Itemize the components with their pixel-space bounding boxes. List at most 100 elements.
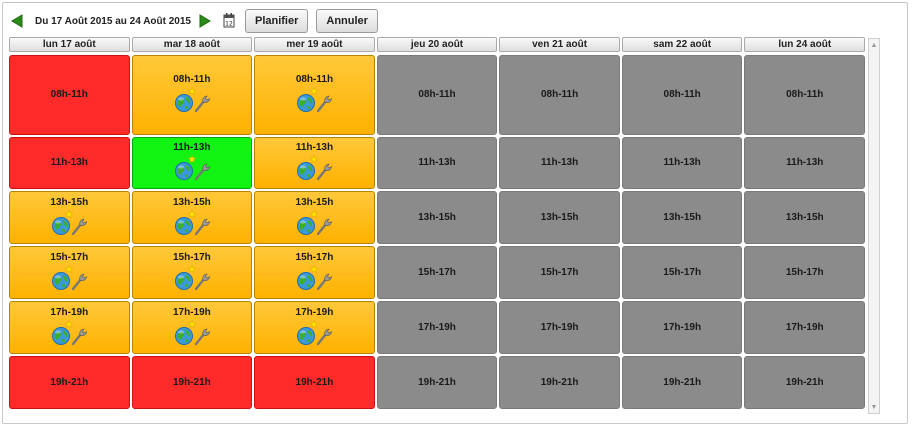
slot-cell-lun24-15h-17h[interactable]: 15h-17h	[744, 246, 866, 299]
slot-row-11h-13h: 11h-13h 11h-13h 11h-13h 11h-13h 11h-13h 11h-1…	[9, 137, 867, 189]
wrench-icon	[194, 163, 210, 184]
vertical-scrollbar[interactable]: ▲ ▼	[868, 38, 880, 414]
slot-cell-lun17-19h-21h[interactable]: 19h-21h	[9, 356, 130, 409]
wrench-icon	[194, 328, 210, 349]
slot-cell-ven21-19h-21h[interactable]: 19h-21h	[499, 356, 620, 409]
day-header-mar18: mar 18 août	[131, 37, 253, 52]
globe-icon	[296, 326, 316, 349]
svg-text:12: 12	[225, 21, 233, 28]
slot-time-label: 17h-19h	[172, 306, 211, 318]
slot-time-label: 08h-11h	[540, 89, 579, 100]
slot-time-label: 19h-21h	[50, 376, 89, 388]
slot-cell-lun17-11h-13h[interactable]: 11h-13h	[9, 137, 130, 189]
slot-time-label: 15h-17h	[663, 266, 702, 278]
slot-cell-sam22-11h-13h[interactable]: 11h-13h	[621, 137, 743, 189]
slot-cell-jeu20-08h-11h[interactable]: 08h-11h	[376, 55, 498, 135]
slot-cell-sam22-19h-21h[interactable]: 19h-21h	[621, 356, 743, 409]
slot-icons	[51, 216, 88, 239]
slot-cell-ven21-17h-19h[interactable]: 17h-19h	[499, 301, 620, 354]
slot-cell-ven21-08h-11h[interactable]: 08h-11h	[499, 55, 620, 135]
slot-cell-mar18-19h-21h[interactable]: 19h-21h	[131, 356, 253, 409]
globe-icon	[174, 93, 194, 116]
slot-cell-lun17-08h-11h[interactable]: 08h-11h	[9, 55, 130, 135]
slot-cell-sam22-15h-17h[interactable]: 15h-17h	[621, 246, 743, 299]
slot-icons	[296, 162, 333, 184]
schedule-grid: lun 17 août mar 18 août mer 19 août jeu 20 …	[9, 37, 867, 409]
slot-cell-lun24-11h-13h[interactable]: 11h-13h	[744, 137, 866, 189]
slot-cell-lun17-15h-17h[interactable]: 15h-17h	[9, 246, 130, 299]
slot-time-label: 13h-15h	[785, 211, 824, 223]
slot-time-label: 11h-13h	[173, 142, 211, 153]
slot-time-label: 08h-11h	[418, 89, 456, 100]
arrow-left-icon[interactable]	[11, 14, 25, 28]
slot-cell-mar18-11h-13h[interactable]: 11h-13h	[131, 137, 253, 189]
scroll-down-icon[interactable]: ▼	[869, 401, 879, 413]
slot-time-label: 15h-17h	[418, 266, 456, 278]
slot-time-label: 19h-21h	[172, 376, 211, 388]
slot-cell-jeu20-13h-15h[interactable]: 13h-15h	[376, 191, 498, 244]
plan-button[interactable]: Planifier	[244, 9, 309, 33]
slot-cell-mer19-11h-13h[interactable]: 11h-13h	[254, 137, 375, 189]
slot-cell-lun24-17h-19h[interactable]: 17h-19h	[744, 301, 866, 354]
wrench-icon	[316, 95, 333, 116]
slot-cell-mar18-08h-11h[interactable]: 08h-11h	[131, 55, 253, 135]
day-header-ven21: ven 21 août	[499, 37, 620, 52]
slot-time-label: 08h-11h	[50, 89, 88, 100]
wrench-icon	[71, 273, 88, 294]
slot-cell-mer19-08h-11h[interactable]: 08h-11h	[254, 55, 375, 135]
day-header-sam22: sam 22 août	[621, 37, 743, 52]
slot-time-label: 13h-15h	[50, 196, 89, 208]
slot-time-label: 15h-17h	[540, 266, 579, 278]
slot-time-label: 13h-15h	[418, 211, 456, 223]
slot-time-label: 15h-17h	[50, 251, 89, 263]
slot-cell-jeu20-15h-17h[interactable]: 15h-17h	[376, 246, 498, 299]
arrow-right-icon[interactable]	[199, 14, 213, 28]
slot-cell-ven21-11h-13h[interactable]: 11h-13h	[499, 137, 620, 189]
slot-cell-lun24-19h-21h[interactable]: 19h-21h	[744, 356, 866, 409]
scroll-up-icon[interactable]: ▲	[869, 39, 879, 51]
slot-icons	[174, 161, 210, 184]
slot-cell-ven21-13h-15h[interactable]: 13h-15h	[499, 191, 620, 244]
slot-time-label: 13h-15h	[540, 211, 579, 223]
slot-cell-jeu20-11h-13h[interactable]: 11h-13h	[376, 137, 498, 189]
wrench-icon	[316, 163, 333, 184]
slot-cell-jeu20-19h-21h[interactable]: 19h-21h	[376, 356, 498, 409]
slot-cell-jeu20-17h-19h[interactable]: 17h-19h	[376, 301, 498, 354]
day-header-row: lun 17 août mar 18 août mer 19 août jeu 20 …	[9, 37, 867, 53]
slot-time-label: 19h-21h	[785, 376, 824, 388]
slot-cell-sam22-17h-19h[interactable]: 17h-19h	[621, 301, 743, 354]
day-header-lun17: lun 17 août	[9, 37, 130, 52]
slot-cell-mer19-19h-21h[interactable]: 19h-21h	[254, 356, 375, 409]
slot-cell-lun24-08h-11h[interactable]: 08h-11h	[744, 55, 866, 135]
slot-cell-mer19-13h-15h[interactable]: 13h-15h	[254, 191, 375, 244]
cancel-button[interactable]: Annuler	[316, 9, 378, 33]
slot-cell-mer19-15h-17h[interactable]: 15h-17h	[254, 246, 375, 299]
slot-cell-lun17-17h-19h[interactable]: 17h-19h	[9, 301, 130, 354]
slot-time-label: 11h-13h	[786, 157, 824, 168]
slot-cell-ven21-15h-17h[interactable]: 15h-17h	[499, 246, 620, 299]
slot-cell-lun17-13h-15h[interactable]: 13h-15h	[9, 191, 130, 244]
slot-cell-mer19-17h-19h[interactable]: 17h-19h	[254, 301, 375, 354]
slot-icons	[51, 271, 88, 294]
wrench-icon	[316, 273, 333, 294]
date-range-label: Du 17 Août 2015 au 24 Août 2015	[35, 15, 191, 27]
slot-icons	[51, 326, 88, 349]
slot-cell-mar18-17h-19h[interactable]: 17h-19h	[131, 301, 253, 354]
day-header-lun24: lun 24 août	[744, 37, 866, 52]
wrench-icon	[316, 218, 333, 239]
slot-cell-mar18-13h-15h[interactable]: 13h-15h	[131, 191, 253, 244]
slot-cell-lun24-13h-15h[interactable]: 13h-15h	[744, 191, 866, 244]
globe-icon	[174, 161, 194, 184]
slot-icons	[174, 93, 210, 116]
slot-icons	[174, 326, 210, 349]
slot-cell-mar18-15h-17h[interactable]: 15h-17h	[131, 246, 253, 299]
slot-row-17h-19h: 17h-19h 17h-19h 17h-19h 17h-19h 17h-19h 17h-1…	[9, 301, 867, 354]
slot-icons	[296, 326, 333, 349]
slot-cell-sam22-13h-15h[interactable]: 13h-15h	[621, 191, 743, 244]
slot-time-label: 13h-15h	[295, 196, 334, 208]
globe-icon	[296, 216, 316, 239]
slot-cell-sam22-08h-11h[interactable]: 08h-11h	[621, 55, 743, 135]
slot-time-label: 11h-13h	[50, 157, 88, 168]
globe-icon	[174, 271, 194, 294]
calendar-icon[interactable]: 12	[223, 13, 237, 29]
